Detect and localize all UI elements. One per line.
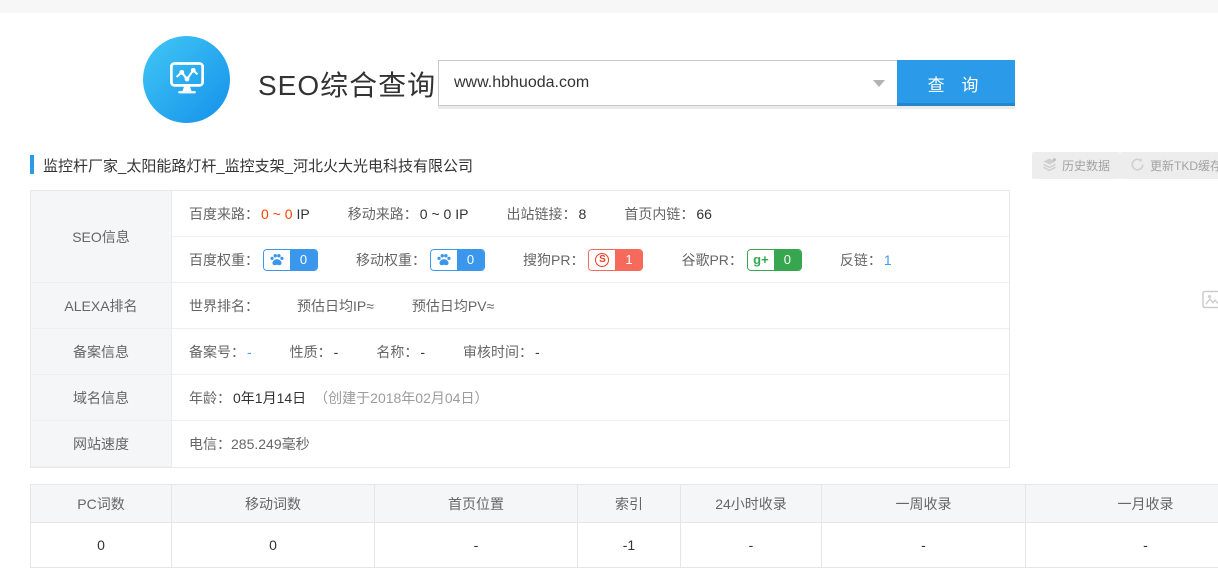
icp-nature-label: 性质： [290, 342, 332, 362]
row-label-alexa: ALEXA排名 [31, 283, 172, 329]
row-domain: 年龄：0年1月14日 （创建于2018年02月04日） [172, 375, 1009, 421]
outlink-value: 8 [579, 206, 587, 222]
mobile-traffic-unit: IP [455, 206, 468, 222]
accent-bar [30, 155, 34, 174]
homelink-value: 66 [696, 206, 712, 222]
row-label-icp: 备案信息 [31, 329, 172, 375]
search-box [438, 60, 897, 106]
icp-number-label: 备案号： [189, 342, 245, 362]
google-pr-badge[interactable]: g+ 0 [747, 249, 802, 271]
row-weight: 百度权重： 0 移动权重： [172, 237, 1009, 283]
icp-nature-value: - [334, 344, 339, 360]
sogou-pr-badge[interactable]: S 1 [588, 249, 643, 271]
column-header-24h: 24小时收录 [681, 485, 822, 523]
search-input[interactable] [439, 61, 897, 105]
daily-pv-label: 预估日均PV≈ [412, 296, 494, 316]
value-week: - [822, 523, 1026, 567]
sogou-pr-label: 搜狗PR： [523, 250, 584, 270]
domain-created-note: （创建于2018年02月04日） [314, 388, 488, 408]
mobile-weight-value: 0 [457, 250, 484, 270]
baidu-paw-icon [264, 250, 290, 270]
backlink-label: 反链： [840, 250, 882, 270]
history-data-button[interactable]: 历史数据 [1032, 152, 1120, 179]
mobile-weight-label: 移动权重： [356, 250, 426, 270]
baidu-paw-icon [431, 250, 457, 270]
table-value-row: 0 0 - -1 - - - [31, 523, 1218, 567]
top-strip [0, 0, 1218, 13]
icp-number-value: - [247, 344, 252, 360]
value-month: - [1026, 523, 1218, 567]
result-title-bar: 监控杆厂家_太阳能路灯杆_监控支架_河北火大光电科技有限公司 历史数据 更新TK… [30, 152, 1218, 182]
baidu-weight-label: 百度权重： [189, 250, 259, 270]
sogou-pr-value: 1 [615, 250, 642, 270]
mobile-traffic-label: 移动来路： [348, 204, 418, 224]
google-pr-value: 0 [774, 250, 801, 270]
value-24h: - [681, 523, 822, 567]
seo-query-page: SEO综合查询 查 询 监控杆厂家_太阳能路灯杆_监控支架_河北火大光电科技有限… [0, 0, 1218, 588]
baidu-traffic-label: 百度来路： [189, 204, 259, 224]
column-header-week: 一周收录 [822, 485, 1026, 523]
domain-age-label: 年龄： [189, 388, 231, 408]
column-header-home-position: 首页位置 [375, 485, 578, 523]
row-traffic: 百度来路：0 ~ 0IP 移动来路：0 ~ 0IP 出站链接：8 首页内链：66 [172, 191, 1009, 237]
outlink-label: 出站链接： [507, 204, 577, 224]
google-pr-label: 谷歌PR： [681, 250, 742, 270]
icp-audit-value: - [535, 344, 540, 360]
telecom-speed-label: 电信： [189, 434, 231, 454]
mobile-weight-badge[interactable]: 0 [430, 249, 485, 271]
query-button[interactable]: 查 询 [897, 60, 1015, 106]
mobile-traffic-value: 0 ~ 0 [420, 206, 452, 222]
row-speed: 电信：285.249毫秒 [172, 421, 1009, 467]
sogou-icon: S [589, 250, 615, 270]
value-mobile-words: 0 [172, 523, 375, 567]
baidu-weight-value: 0 [290, 250, 317, 270]
row-alexa: 世界排名： 预估日均IP≈ 预估日均PV≈ [172, 283, 1009, 329]
page-title: SEO综合查询 [258, 64, 436, 104]
seo-info-table: SEO信息 百度来路：0 ~ 0IP 移动来路：0 ~ 0IP 出站链接：8 首… [30, 190, 1010, 468]
column-header-pc-words: PC词数 [31, 485, 172, 523]
homelink-label: 首页内链： [624, 204, 694, 224]
value-home-position: - [375, 523, 578, 567]
layers-icon [1042, 157, 1057, 175]
monitor-chart-icon [162, 52, 212, 107]
baidu-traffic-unit: IP [297, 206, 310, 222]
column-header-month: 一月收录 [1026, 485, 1218, 523]
app-logo [143, 36, 230, 123]
value-index: -1 [578, 523, 681, 567]
row-icp: 备案号：- 性质：- 名称：- 审核时间：- [172, 329, 1009, 375]
row-label-domain: 域名信息 [31, 375, 172, 421]
domain-age-value: 0年1月14日 [233, 388, 306, 408]
icp-name-label: 名称： [376, 342, 418, 362]
baidu-weight-badge[interactable]: 0 [263, 249, 318, 271]
google-plus-icon: g+ [748, 250, 774, 270]
keyword-stats-table: PC词数 移动词数 首页位置 索引 24小时收录 一周收录 一月收录 0 0 -… [30, 484, 1218, 568]
icp-name-value: - [420, 344, 425, 360]
backlink-value[interactable]: 1 [884, 252, 892, 268]
image-placeholder-icon [1202, 290, 1218, 315]
value-pc-words: 0 [31, 523, 172, 567]
refresh-tkd-button[interactable]: 更新TKD缓存 [1120, 152, 1218, 179]
baidu-traffic-value: 0 ~ 0 [261, 206, 293, 222]
column-header-mobile-words: 移动词数 [172, 485, 375, 523]
history-data-label: 历史数据 [1062, 157, 1110, 174]
telecom-speed-value: 285.249毫秒 [231, 434, 310, 454]
table-header-row: PC词数 移动词数 首页位置 索引 24小时收录 一周收录 一月收录 [31, 485, 1218, 523]
site-title: 监控杆厂家_太阳能路灯杆_监控支架_河北火大光电科技有限公司 [43, 155, 473, 176]
refresh-tkd-label: 更新TKD缓存 [1150, 157, 1218, 174]
refresh-icon [1130, 157, 1145, 175]
row-label-seo: SEO信息 [31, 191, 172, 283]
search-bar: 查 询 [438, 60, 1015, 106]
column-header-index: 索引 [578, 485, 681, 523]
world-rank-label: 世界排名： [189, 296, 259, 316]
chevron-down-icon[interactable] [873, 80, 885, 87]
daily-ip-label: 预估日均IP≈ [297, 296, 374, 316]
row-label-speed: 网站速度 [31, 421, 172, 467]
icp-audit-label: 审核时间： [463, 342, 533, 362]
